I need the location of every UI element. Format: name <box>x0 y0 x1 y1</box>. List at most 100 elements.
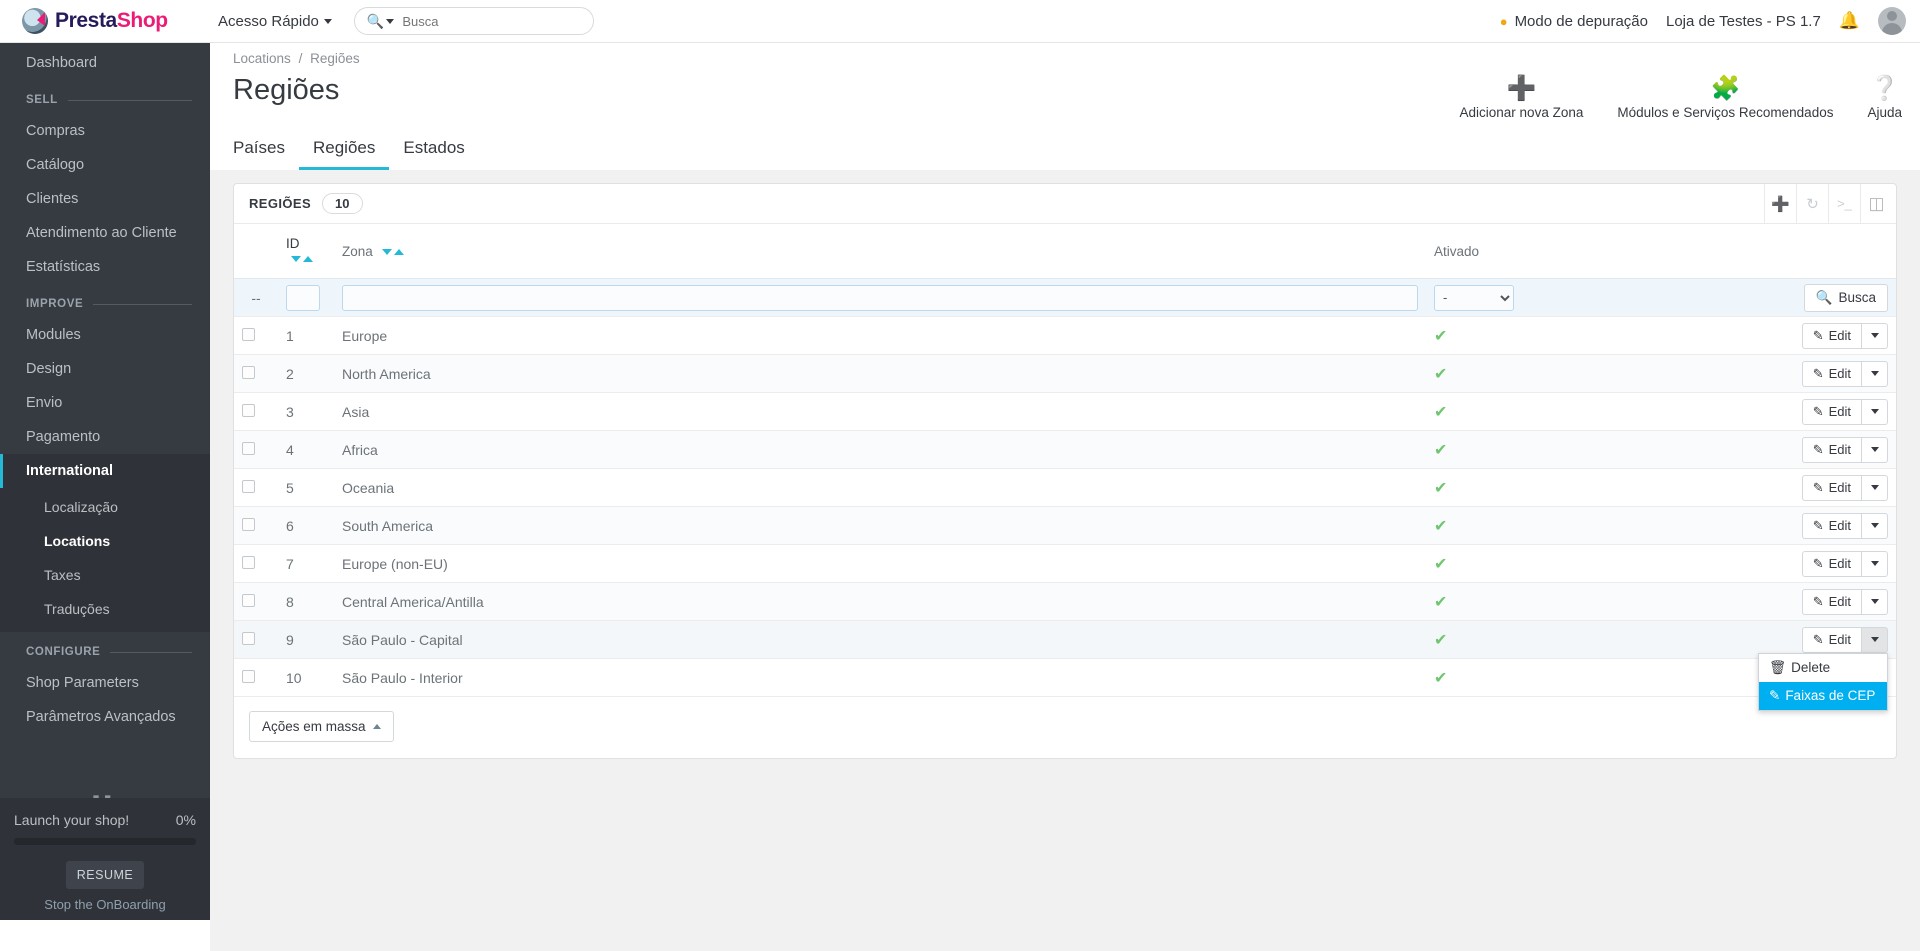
edit-button[interactable]: ✎ Edit <box>1801 626 1862 653</box>
panel-add-icon[interactable]: ➕ <box>1764 183 1796 224</box>
row-checkbox[interactable] <box>242 631 255 645</box>
table-row[interactable]: 9 São Paulo - Capital ✔ ✎ Edit 🗑 Delete <box>234 620 1896 711</box>
sidebar-item-international[interactable]: International <box>0 454 210 488</box>
edit-button[interactable]: ✎ Edit <box>1801 322 1862 349</box>
check-icon[interactable]: ✔ <box>1434 518 1447 535</box>
database-icon[interactable]: ◫ <box>1860 183 1896 224</box>
row-checkbox[interactable] <box>242 403 255 417</box>
filter-id-input[interactable] <box>286 284 320 311</box>
check-icon[interactable]: ✔ <box>1434 442 1447 459</box>
chevron-down-icon[interactable] <box>386 18 395 24</box>
edit-button[interactable]: ✎ Edit <box>1801 550 1862 577</box>
sidebar-item-dashboard[interactable]: Dashboard <box>0 43 210 80</box>
row-checkbox[interactable] <box>242 517 255 531</box>
row-checkbox[interactable] <box>242 365 255 379</box>
table-row[interactable]: 1 Europe ✔ ✎ Edit <box>234 316 1896 355</box>
table-row[interactable]: 2 North America ✔ ✎ Edit <box>234 354 1896 393</box>
edit-button[interactable]: ✎ Edit <box>1801 474 1862 501</box>
table-row[interactable]: 3 Asia ✔ ✎ Edit <box>234 392 1896 431</box>
edit-dropdown-toggle[interactable] <box>1862 512 1888 539</box>
edit-label: Edit <box>1828 518 1851 533</box>
add-new-zone-button[interactable]: ➕ Adicionar nova Zona <box>1460 76 1584 121</box>
tab-estados[interactable]: Estados <box>389 138 478 170</box>
edit-dropdown-toggle[interactable] <box>1862 474 1888 501</box>
edit-button[interactable]: ✎ Edit <box>1801 588 1862 615</box>
filter-zone-input[interactable] <box>342 284 1418 311</box>
sidebar-item-envio[interactable]: Envio <box>0 386 210 420</box>
sidebar-item-estatisticas[interactable]: Estatísticas <box>0 250 210 284</box>
sort-desc-icon[interactable] <box>291 256 301 262</box>
sort-asc-icon[interactable] <box>393 248 404 255</box>
dropdown-item-faixas-de-cep[interactable]: ✎ Faixas de CEP <box>1759 681 1887 710</box>
recommended-modules-button[interactable]: 🧩 Módulos e Serviços Recomendados <box>1617 76 1833 121</box>
search-icon: 🔍 <box>1815 289 1833 305</box>
filter-enabled-select[interactable]: - Sim Não <box>1434 284 1514 311</box>
dropdown-item-delete[interactable]: 🗑 Delete <box>1759 654 1887 682</box>
edit-dropdown-toggle[interactable] <box>1862 626 1888 653</box>
notifications-bell-icon[interactable]: 🔔 <box>1839 11 1860 31</box>
sidebar-item-modules[interactable]: Modules <box>0 318 210 352</box>
check-icon[interactable]: ✔ <box>1434 632 1447 649</box>
sidebar-item-compras[interactable]: Compras <box>0 114 210 148</box>
search-button[interactable]: 🔍 Busca <box>1803 283 1888 312</box>
check-icon[interactable]: ✔ <box>1434 328 1447 345</box>
sidebar-item-taxes[interactable]: Taxes <box>0 558 210 592</box>
bulk-actions-button[interactable]: Ações em massa <box>249 711 394 742</box>
brand-logo[interactable]: PrestaShop <box>0 0 210 43</box>
edit-button[interactable]: ✎ Edit <box>1801 436 1862 463</box>
edit-button[interactable]: ✎ Edit <box>1801 398 1862 425</box>
edit-dropdown-toggle[interactable] <box>1862 360 1888 387</box>
sidebar-item-shop-parameters[interactable]: Shop Parameters <box>0 666 210 700</box>
sidebar-item-atendimento[interactable]: Atendimento ao Cliente <box>0 216 210 250</box>
edit-button[interactable]: ✎ Edit <box>1801 512 1862 539</box>
shop-name-link[interactable]: Loja de Testes - PS 1.7 <box>1666 13 1821 30</box>
search-input[interactable] <box>402 13 587 29</box>
sidebar-item-pagamento[interactable]: Pagamento <box>0 420 210 454</box>
edit-button[interactable]: ✎ Edit <box>1801 360 1862 387</box>
row-checkbox[interactable] <box>242 555 255 569</box>
sidebar-item-traducoes[interactable]: Traduções <box>0 592 210 626</box>
sidebar-item-parametros-avancados[interactable]: Parâmetros Avançados <box>0 700 210 734</box>
check-icon[interactable]: ✔ <box>1434 480 1447 497</box>
onboarding-resume-button[interactable]: RESUME <box>66 861 144 889</box>
check-icon[interactable]: ✔ <box>1434 670 1447 687</box>
debug-mode-indicator[interactable]: ● Modo de depuração <box>1500 13 1648 30</box>
table-row[interactable]: 10 São Paulo - Interior ✔ <box>234 658 1896 697</box>
table-row[interactable]: 4 Africa ✔ ✎ Edit <box>234 430 1896 469</box>
help-button[interactable]: ❔ Ajuda <box>1867 76 1902 121</box>
edit-dropdown-toggle[interactable] <box>1862 322 1888 349</box>
sidebar-item-catalogo[interactable]: Catálogo <box>0 148 210 182</box>
sidebar-item-localizacao[interactable]: Localização <box>0 490 210 524</box>
table-row[interactable]: 6 South America ✔ ✎ Edit <box>234 506 1896 545</box>
onboarding-stop-link[interactable]: Stop the OnBoarding <box>14 897 196 912</box>
sort-asc-icon[interactable] <box>303 256 313 262</box>
check-icon[interactable]: ✔ <box>1434 366 1447 383</box>
edit-dropdown-toggle[interactable] <box>1862 550 1888 577</box>
edit-dropdown-toggle[interactable] <box>1862 436 1888 463</box>
breadcrumb-parent[interactable]: Locations <box>233 51 291 66</box>
edit-dropdown-toggle[interactable] <box>1862 588 1888 615</box>
row-checkbox[interactable] <box>242 441 255 455</box>
row-checkbox[interactable] <box>242 593 255 607</box>
check-icon[interactable]: ✔ <box>1434 556 1447 573</box>
refresh-icon[interactable]: ↻ <box>1796 183 1828 224</box>
sidebar-item-locations[interactable]: Locations <box>0 524 210 558</box>
quick-access-menu[interactable]: Acesso Rápido <box>218 13 332 30</box>
edit-dropdown-toggle[interactable] <box>1862 398 1888 425</box>
row-checkbox[interactable] <box>242 479 255 493</box>
tab-paises[interactable]: Países <box>233 138 299 170</box>
check-icon[interactable]: ✔ <box>1434 594 1447 611</box>
tab-regioes[interactable]: Regiões <box>298 138 390 170</box>
global-search[interactable]: 🔍 <box>353 7 594 35</box>
table-row[interactable]: 8 Central America/Antilla ✔ ✎ Edit <box>234 582 1896 621</box>
sort-desc-icon[interactable] <box>381 248 392 255</box>
avatar[interactable] <box>1878 7 1906 35</box>
row-checkbox[interactable] <box>242 327 255 341</box>
check-icon[interactable]: ✔ <box>1434 404 1447 421</box>
terminal-icon[interactable]: >_ <box>1828 183 1860 224</box>
row-checkbox[interactable] <box>242 669 255 683</box>
table-row[interactable]: 7 Europe (non-EU) ✔ ✎ Edit <box>234 544 1896 583</box>
sidebar-item-clientes[interactable]: Clientes <box>0 182 210 216</box>
sidebar-item-design[interactable]: Design <box>0 352 210 386</box>
table-row[interactable]: 5 Oceania ✔ ✎ Edit <box>234 468 1896 507</box>
